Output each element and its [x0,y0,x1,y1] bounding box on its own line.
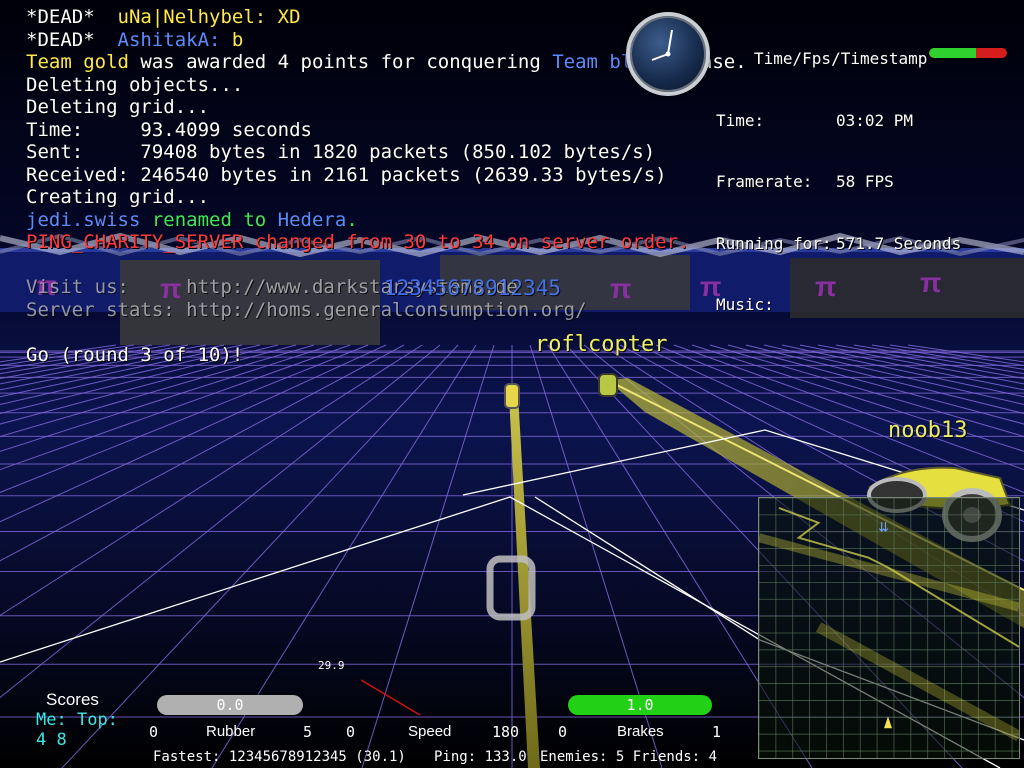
console-text: AshitakA: [117,28,232,51]
console-text: jedi.swiss [26,208,141,231]
clock-icon [626,12,710,96]
speed-readout: 29.9 [318,659,345,672]
music-label: Music: [716,295,774,314]
speed-label: Speed [408,723,452,740]
console-text: PING_CHARITY_SERVER changed from 30 to 3… [26,231,690,253]
bottom-hud: Scores Me: Top: 4 8 29.9 0.0 1.0 0 Rubbe… [0,659,1024,768]
console-line: *DEAD* uNa|Nelhybel: XD [26,6,826,29]
console-text: *DEAD* [26,28,118,51]
rubber-gauge: 0.0 [157,695,303,715]
scores-top-value: 8 [56,730,67,750]
console-line: Received: 246540 bytes in 2161 packets (… [26,164,826,187]
console-line: Sent: 79408 bytes in 1820 packets (850.1… [26,141,826,164]
fastest-text: Fastest: 12345678912345 (30.1) [153,749,406,765]
rubber-gauge-value: 0.0 [216,696,244,714]
console-text: . [346,208,358,231]
console-text: b [231,28,244,51]
console-text: Hedera [277,208,347,231]
brakes-min: 0 [558,723,568,741]
speed-min: 0 [346,723,356,741]
console-text: renamed to [140,208,278,231]
scores-me-label: Me: [36,710,67,730]
console-text: *DEAD* [26,6,118,28]
scores-labels: Me: Top: [36,710,118,730]
health-bar [929,48,1007,58]
health-bar-fill [929,48,976,58]
console-text: Server stats: http://homs.generalconsump… [26,298,587,321]
console-line: Deleting grid... [26,96,826,119]
rubber-max: 5 [303,723,313,741]
rubber-label: Rubber [206,723,256,740]
brakes-gauge-value: 1.0 [626,696,654,714]
console-text: Go (round 3 of 10)! [26,343,244,366]
console-text: Sent: 79408 bytes in 1820 packets (850.1… [26,141,656,163]
console-text: Deleting grid... [26,96,210,118]
scores-title: Scores [46,690,99,709]
framerate-value: 58 FPS [836,172,894,191]
console-line: Deleting objects... [26,74,826,97]
console-line: Creating grid... [26,186,826,209]
brakes-max: 1 [712,723,722,741]
console-line: Time: 93.4099 seconds [26,119,826,142]
minimap-blue-marker: ⇊ [878,520,889,535]
speed-max: 180 [492,723,520,741]
player-name-roflcopter: roflcopter [535,332,668,357]
player-name-blue: 12345678912345 [384,276,562,300]
brakes-gauge: 1.0 [568,695,712,715]
console-line: PING_CHARITY_SERVER changed from 30 to 3… [26,231,826,254]
console-text: Deleting objects... [26,73,244,96]
console-text: Team gold [26,51,129,73]
console-text: Time: 93.4099 seconds [26,118,312,141]
time-label: Time: [716,110,765,130]
rubber-min: 0 [149,723,159,741]
time-value: 03:02 PM [836,110,914,130]
console-text: Received: 246540 bytes in 2161 packets (… [26,163,667,186]
console-text: was awarded 4 points for conquering [128,51,553,73]
console-line: Server stats: http://homs.generalconsump… [26,299,826,322]
scores-top-label: Top: [76,710,118,730]
ping-text: Ping: 133.0 [434,749,527,765]
running-value: 571.7 Seconds [836,233,962,253]
framerate-label: Framerate: [716,172,813,191]
brakes-label: Brakes [617,723,664,740]
console-line: jedi.swiss renamed to Hedera. [26,209,826,232]
console-text: Creating grid... [26,186,210,208]
console-text: uNa|Nelhybel: XD [117,6,301,28]
enemies-friends-text: Enemies: 5 Friends: 4 [540,749,718,765]
scores-me-value: 4 [36,730,47,750]
scores-values: 4 8 [36,730,67,750]
console-line: Go (round 3 of 10)! [26,344,826,367]
running-label: Running for: [716,233,832,253]
player-name-noob13: noob13 [888,418,968,443]
stats-heading: Time/Fps/Timestamp [754,49,928,68]
